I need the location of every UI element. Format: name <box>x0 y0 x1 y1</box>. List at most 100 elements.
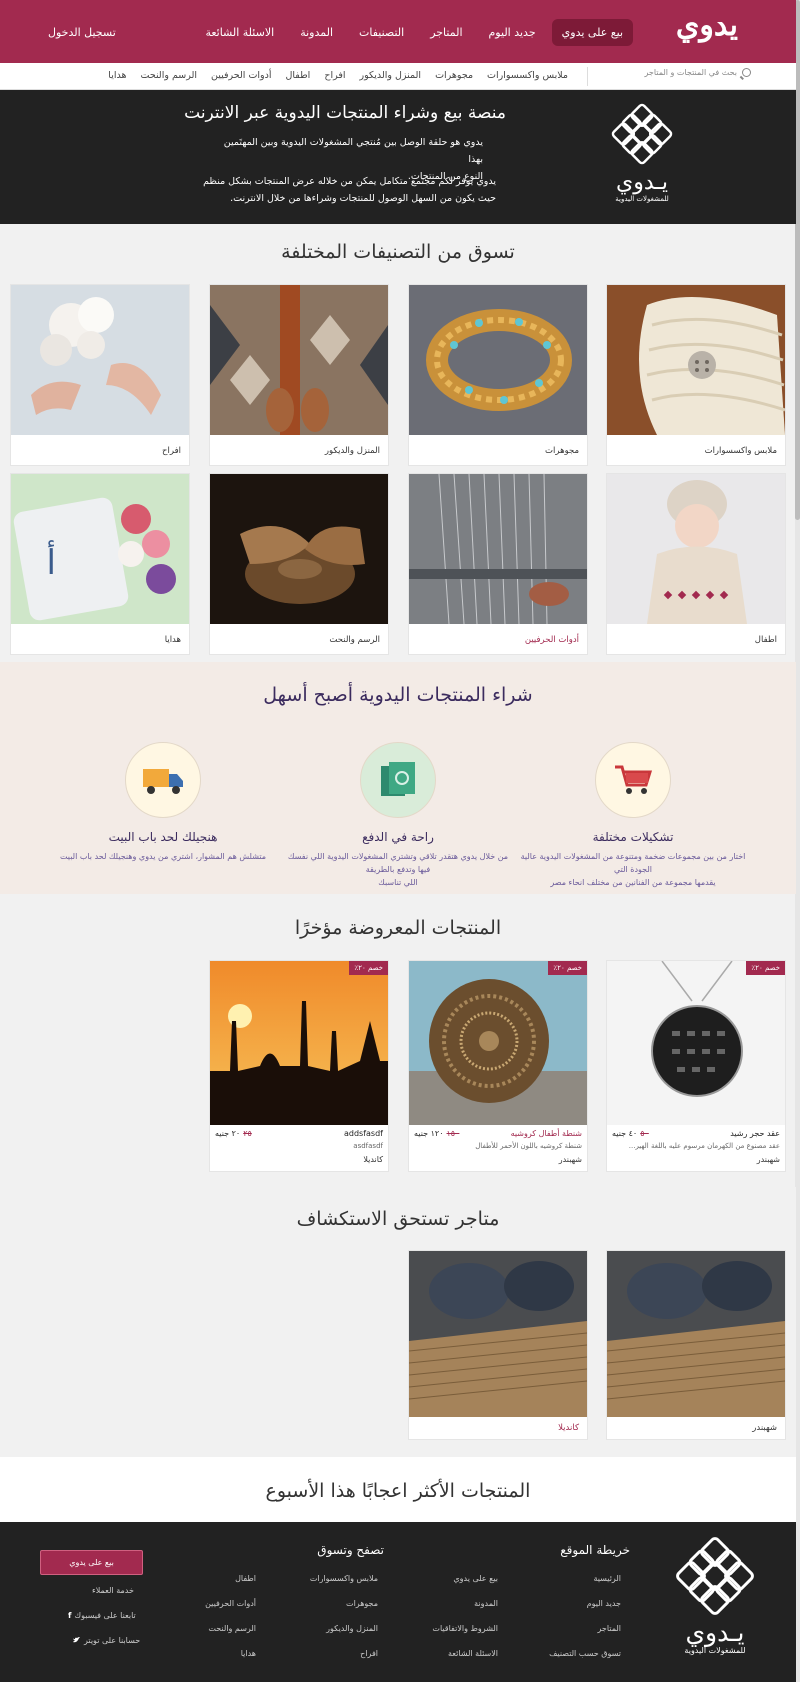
hero-logo-name: يـدوي <box>616 170 668 195</box>
footer-link-shop-category[interactable]: تسوق حسب التصنيف <box>549 1649 621 1658</box>
footer-link-jewelry[interactable]: مجوهرات <box>346 1599 378 1608</box>
products-title: المنتجات المعروضة مؤخرًا <box>294 917 502 939</box>
sell-on-yadawy-button[interactable]: بيع على يدوي <box>551 19 633 46</box>
product-name[interactable]: شنطة أطفال كروشيه <box>511 1129 582 1138</box>
home-decor-image <box>210 285 388 435</box>
footer-link-terms[interactable]: الشروط والاتفاقيات <box>432 1624 498 1633</box>
store-name: كانديلا <box>558 1423 579 1433</box>
new-price: ٤٠ جنيه <box>612 1129 638 1138</box>
footer-link-sell[interactable]: بيع على يدوي <box>453 1574 498 1583</box>
new-price: ٢٠ جنيه <box>215 1129 241 1138</box>
cart-icon <box>595 742 671 818</box>
product-desc: عقد مصنوع من الكهرمان مرسوم عليه باللغة … <box>628 1142 780 1150</box>
site-logo[interactable]: يدوي <box>676 8 738 43</box>
cat-link-tools[interactable]: أدوات الحرفيين <box>211 70 271 81</box>
product-store[interactable]: شهبندر <box>757 1155 780 1164</box>
footer-link-clothes[interactable]: ملابس واكسسوارات <box>310 1574 378 1583</box>
footer-link-art[interactable]: الرسم والنحت <box>208 1624 256 1633</box>
old-price: ٥٠ <box>640 1129 649 1138</box>
svg-text:أ: أ <box>47 540 56 583</box>
product-card[interactable]: خصم ٢٠٪ addsfasdf ٢٥ ٢٠ جنيه asdfasdf كان… <box>209 960 389 1172</box>
category-card[interactable]: الرسم والنحت <box>209 473 389 655</box>
benefit-text: متشلش هم المشوار، اشتري من يدوي وهنجيلك … <box>38 850 288 863</box>
stores-title: متاجر تستحق الاستكشاف <box>296 1208 500 1230</box>
cat-link-kids[interactable]: اطفال <box>286 70 311 81</box>
category-card[interactable]: مجوهرات <box>408 284 588 466</box>
hero-title: منصة بيع وشراء المنتجات اليدوية عبر الان… <box>184 103 506 123</box>
nav-blog[interactable]: المدونة <box>290 19 343 46</box>
hero-p2-line1: يدوي يوفر لكم مجتمع متكامل يمكن من خلاله… <box>203 176 496 187</box>
category-card[interactable]: ملابس واكسسوارات <box>606 284 786 466</box>
divider <box>587 67 588 86</box>
cat-link-weddings[interactable]: افراح <box>324 70 345 81</box>
page: { "header": { "logo": "يدوي", "nav": ["ب… <box>0 0 800 1682</box>
store-card[interactable]: شهبندر <box>606 1250 786 1440</box>
footer-logo[interactable]: يـدوي للمشغولات اليدوية <box>674 1536 756 1655</box>
store-card[interactable]: كانديلا <box>408 1250 588 1440</box>
footer-twitter-link[interactable]: حسابنا على تويتر <box>72 1636 140 1645</box>
benefit-title: تشكيلات مختلفة <box>592 830 674 844</box>
product-card[interactable]: خصم ٢٠٪ عقد حجر رشيد ٥٠ ٤٠ جنيه عقد مصنوع… <box>606 960 786 1172</box>
footer-link-kids[interactable]: اطفال <box>235 1574 256 1583</box>
category-card[interactable]: أ هدايا <box>10 473 190 655</box>
cat-link-art[interactable]: الرسم والنحت <box>140 70 197 81</box>
footer-facebook-link[interactable]: تابعنا على فيسبوك f <box>68 1611 136 1620</box>
product-name[interactable]: addsfasdf <box>344 1129 383 1138</box>
nav-faq[interactable]: الاسئلة الشائعة <box>195 19 284 46</box>
product-name[interactable]: عقد حجر رشيد <box>730 1129 780 1138</box>
yarn-loom-image <box>408 1251 588 1417</box>
category-card[interactable]: أدوات الحرفيين <box>408 473 588 655</box>
kids-image <box>607 474 785 624</box>
footer-link-home-decor[interactable]: المنزل والديكور <box>326 1624 378 1633</box>
benefit-text-line: يقدمها مجموعة من الفنانين من مختلف انحاء… <box>550 878 716 887</box>
category-card[interactable]: اطفال <box>606 473 786 655</box>
footer-link-faq[interactable]: الاسئلة الشائعة <box>448 1649 498 1658</box>
footer-link-new[interactable]: جديد اليوم <box>587 1599 621 1608</box>
footer-customer-service[interactable]: خدمة العملاء <box>92 1586 134 1595</box>
discount-badge: خصم ٢٠٪ <box>349 961 388 975</box>
footer-link-stores[interactable]: المتاجر <box>598 1624 622 1633</box>
category-label: الرسم والنحت <box>329 635 380 645</box>
search-box[interactable]: بحث في المنتجات و المتاجر <box>644 68 751 77</box>
benefit-text-line: اختار من بين مجموعات ضخمة ومتنوعة من الم… <box>520 852 746 874</box>
cat-link-clothes[interactable]: ملابس واكسسوارات <box>487 70 568 81</box>
top-header: يدوي بيع على يدوي جديد اليوم المتاجر الت… <box>0 0 796 63</box>
footer-link-tools[interactable]: أدوات الحرفيين <box>205 1599 256 1608</box>
nav-new-today[interactable]: جديد اليوم <box>479 19 546 46</box>
crochet-bag-image <box>409 961 587 1125</box>
footer-link-blog[interactable]: المدونة <box>474 1599 498 1608</box>
product-card[interactable]: خصم ٢٠٪ شنطة أطفال كروشيه ١٥٠ ١٢٠ جنيه شن… <box>408 960 588 1172</box>
hero-logo-sub: للمشغولات اليدوية <box>615 195 669 203</box>
product-store[interactable]: كانديلا <box>363 1155 383 1164</box>
category-card[interactable]: المنزل والديكور <box>209 284 389 466</box>
pottery-art-image <box>210 474 388 624</box>
benefit-title: هنجيلك لحد باب البيت <box>108 830 218 844</box>
categories-title: تسوق من التصنيفات المختلفة <box>281 241 515 263</box>
old-price: ١٥٠ <box>446 1129 460 1138</box>
benefit-text: اختار من بين مجموعات ضخمة ومتنوعة من الم… <box>508 850 758 889</box>
footer-logo-sub: للمشغولات اليدوية <box>684 1646 746 1655</box>
search-input[interactable]: بحث في المنتجات و المتاجر <box>644 68 737 77</box>
cat-link-gifts[interactable]: هدايا <box>108 70 126 81</box>
nav-categories[interactable]: التصنيفات <box>349 19 414 46</box>
footer-sell-button[interactable]: بيع على يدوي <box>40 1550 143 1575</box>
necklace-image <box>607 960 785 1125</box>
login-link[interactable]: تسجيل الدخول <box>48 26 116 39</box>
nav-stores[interactable]: المتاجر <box>420 19 472 46</box>
hero-p1-line1: يدوي هو حلقة الوصل بين مُنتجي المشغولات … <box>223 137 483 165</box>
discount-badge: خصم ٢٠٪ <box>746 961 785 975</box>
footer-link-gifts[interactable]: هدايا <box>241 1649 256 1658</box>
product-desc: شنطة كروشيه باللون الأحمر للأطفال <box>475 1142 582 1150</box>
footer-link-weddings[interactable]: افراح <box>360 1649 378 1658</box>
store-name: شهبندر <box>752 1423 777 1433</box>
jewelry-bracelet-image <box>409 285 587 435</box>
category-label: مجوهرات <box>545 446 579 456</box>
cat-link-home[interactable]: المنزل والديكور <box>360 70 422 81</box>
product-store[interactable]: شهبندر <box>559 1155 582 1164</box>
cat-link-jewelry[interactable]: مجوهرات <box>435 70 473 81</box>
footer-link-home[interactable]: الرئيسية <box>593 1574 621 1583</box>
category-label: أدوات الحرفيين <box>524 635 579 645</box>
category-label: المنزل والديكور <box>324 446 380 456</box>
category-card[interactable]: افراح <box>10 284 190 466</box>
old-price: ٢٥ <box>243 1129 252 1138</box>
